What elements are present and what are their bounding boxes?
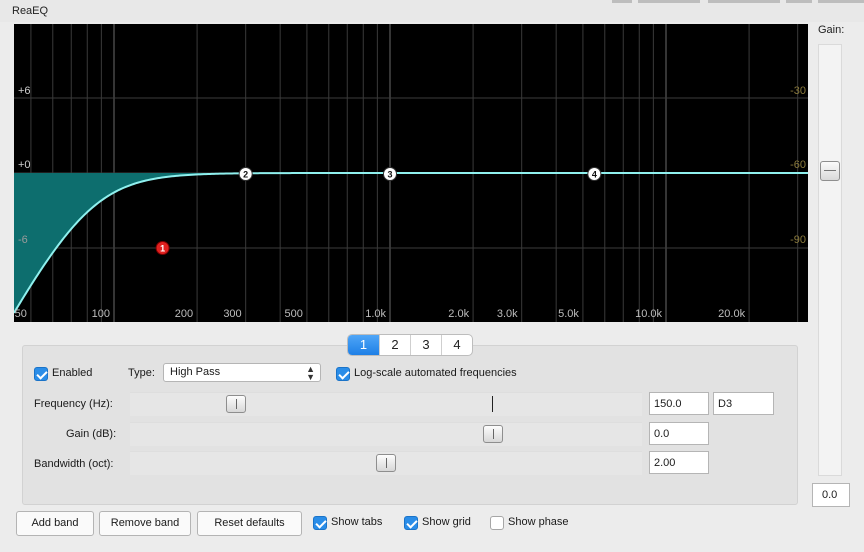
frequency-axis-labels: 50 100 200 300 500 1.0k 2.0k 3.0k 5.0k 10.0k 20.0k (15, 308, 746, 320)
db-label-minus6: -6 (18, 234, 28, 246)
remove-band-button[interactable]: Remove band (99, 511, 191, 536)
type-select-value: High Pass (170, 366, 221, 378)
frequency-axis-label: 100 (92, 308, 110, 320)
frequency-axis-label: 200 (175, 308, 193, 320)
db-label-plus6: +6 (18, 85, 31, 97)
tab-band-3[interactable]: 3 (410, 335, 441, 355)
frequency-label: Frequency (Hz): (34, 398, 113, 410)
enabled-label: Enabled (52, 367, 93, 379)
frequency-axis-label: 500 (285, 308, 303, 320)
gain-label: Gain: (818, 24, 845, 36)
show-tabs-checkbox[interactable] (313, 516, 327, 530)
frequency-slider[interactable] (130, 392, 642, 416)
band-node-label: 3 (387, 170, 392, 180)
gain-slider-thumb[interactable] (820, 161, 840, 181)
titlebar-decoration (638, 0, 700, 3)
titlebar-decoration (818, 0, 864, 3)
eq-graph[interactable]: +6 +0 -6 -30 -60 -90 50 100 200 300 500 1.0k 2… (14, 24, 808, 322)
frequency-axis-label: 1.0k (365, 308, 386, 320)
band-node-label: 1 (160, 244, 165, 254)
frequency-slider-default-mark (492, 396, 493, 412)
db-label-zero: +0 (18, 159, 31, 171)
type-label: Type: (128, 367, 155, 379)
band-nodes[interactable]: 1 2 3 4 (155, 167, 602, 255)
filter-response-fill (14, 173, 246, 313)
frequency-value-field[interactable]: 150.0 (649, 392, 709, 415)
band-gain-slider[interactable] (130, 422, 642, 446)
band-node-4[interactable]: 4 (587, 167, 602, 181)
band-node-label: 2 (243, 170, 248, 180)
type-select[interactable]: High Pass ▲ ▼ (163, 363, 321, 382)
tab-band-4[interactable]: 4 (441, 335, 472, 355)
chevron-updown-icon: ▲ ▼ (306, 364, 315, 382)
band-tabs: 1 2 3 4 (347, 334, 473, 356)
scale-label-minus30: -30 (790, 85, 806, 97)
frequency-axis-label: 5.0k (558, 308, 579, 320)
titlebar-decoration (786, 0, 812, 3)
window-title: ReaEQ (12, 5, 49, 17)
frequency-axis-label: 10.0k (635, 308, 662, 320)
bandwidth-label: Bandwidth (oct): (34, 458, 114, 470)
scale-label-minus60: -60 (790, 159, 806, 171)
band-gain-label: Gain (dB): (66, 428, 117, 440)
enabled-checkbox[interactable] (34, 367, 48, 381)
frequency-axis-label: 20.0k (718, 308, 745, 320)
eq-graph-canvas[interactable]: +6 +0 -6 -30 -60 -90 50 100 200 300 500 1.0k 2… (14, 24, 808, 322)
band-node-1[interactable]: 1 (155, 241, 170, 255)
gain-value-field[interactable]: 0.0 (812, 483, 850, 507)
note-name-field[interactable]: D3 (713, 392, 774, 415)
reset-defaults-button[interactable]: Reset defaults (197, 511, 302, 536)
tab-band-1[interactable]: 1 (348, 335, 379, 355)
show-tabs-label: Show tabs (331, 516, 383, 528)
frequency-axis-label: 300 (223, 308, 241, 320)
show-grid-checkbox[interactable] (404, 516, 418, 530)
gain-slider[interactable] (818, 44, 842, 476)
frequency-axis-label: 3.0k (497, 308, 518, 320)
frequency-axis-label: 2.0k (448, 308, 469, 320)
scale-label-minus90: -90 (790, 234, 806, 246)
frequency-slider-thumb[interactable] (226, 395, 246, 413)
band-gain-slider-thumb[interactable] (483, 425, 503, 443)
frequency-axis-label: 50 (15, 308, 27, 320)
band-gain-value-field[interactable]: 0.0 (649, 422, 709, 445)
logscale-checkbox[interactable] (336, 367, 350, 381)
title-bar: ReaEQ (0, 0, 864, 22)
add-band-button[interactable]: Add band (16, 511, 94, 536)
tab-band-2[interactable]: 2 (379, 335, 410, 355)
bandwidth-value-field[interactable]: 2.00 (649, 451, 709, 474)
show-grid-label: Show grid (422, 516, 471, 528)
show-phase-label: Show phase (508, 516, 569, 528)
show-phase-checkbox[interactable] (490, 516, 504, 530)
bandwidth-slider-thumb[interactable] (376, 454, 396, 472)
titlebar-decoration (612, 0, 632, 3)
filter-response-curve (14, 172, 808, 314)
band-node-label: 4 (592, 170, 597, 180)
band-node-2[interactable]: 2 (238, 167, 253, 181)
titlebar-decoration (708, 0, 780, 3)
band-node-3[interactable]: 3 (383, 167, 397, 181)
logscale-label: Log-scale automated frequencies (354, 367, 517, 379)
